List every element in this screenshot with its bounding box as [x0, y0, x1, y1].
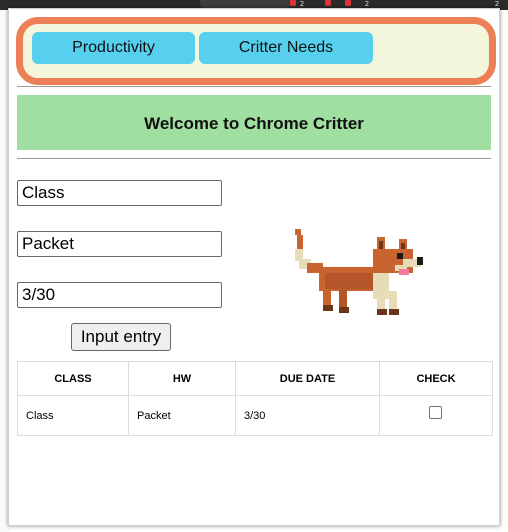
welcome-banner: Welcome to Chrome Critter: [17, 95, 491, 150]
extension-badge: 2: [299, 0, 305, 8]
divider: [17, 158, 491, 159]
extension-popup: Productivity Critter Needs Welcome to Ch…: [8, 8, 500, 526]
done-checkbox[interactable]: [429, 406, 442, 420]
input-entry-button[interactable]: Input entry: [71, 323, 171, 351]
table-row: Class Packet 3/30: [17, 395, 493, 436]
cell-due-date: 3/30: [235, 395, 380, 436]
extension-badge: 2: [364, 0, 370, 8]
fox-sprite-icon: [295, 229, 423, 315]
column-header-class: CLASS: [17, 361, 129, 396]
extension-icon[interactable]: [290, 0, 296, 6]
cell-check: [379, 395, 493, 436]
homework-table: CLASS HW DUE DATE CHECK Class Packet 3/3…: [17, 361, 493, 436]
table-header-row: CLASS HW DUE DATE CHECK: [17, 361, 493, 396]
column-header-hw: HW: [128, 361, 236, 396]
column-header-check: CHECK: [379, 361, 493, 396]
browser-tab[interactable]: [200, 0, 290, 8]
class-input[interactable]: [17, 180, 222, 206]
divider: [17, 86, 491, 87]
cell-class: Class: [17, 395, 129, 436]
extension-badge: 2: [494, 0, 500, 8]
cell-hw: Packet: [128, 395, 236, 436]
due-date-input[interactable]: [17, 282, 222, 308]
extension-icon[interactable]: [325, 0, 331, 6]
homework-input[interactable]: [17, 231, 222, 257]
tab-critter-needs[interactable]: Critter Needs: [199, 32, 373, 64]
tab-productivity[interactable]: Productivity: [32, 32, 195, 64]
extension-icon[interactable]: [345, 0, 351, 6]
nav-bar: Productivity Critter Needs: [16, 17, 496, 85]
column-header-due-date: DUE DATE: [235, 361, 380, 396]
